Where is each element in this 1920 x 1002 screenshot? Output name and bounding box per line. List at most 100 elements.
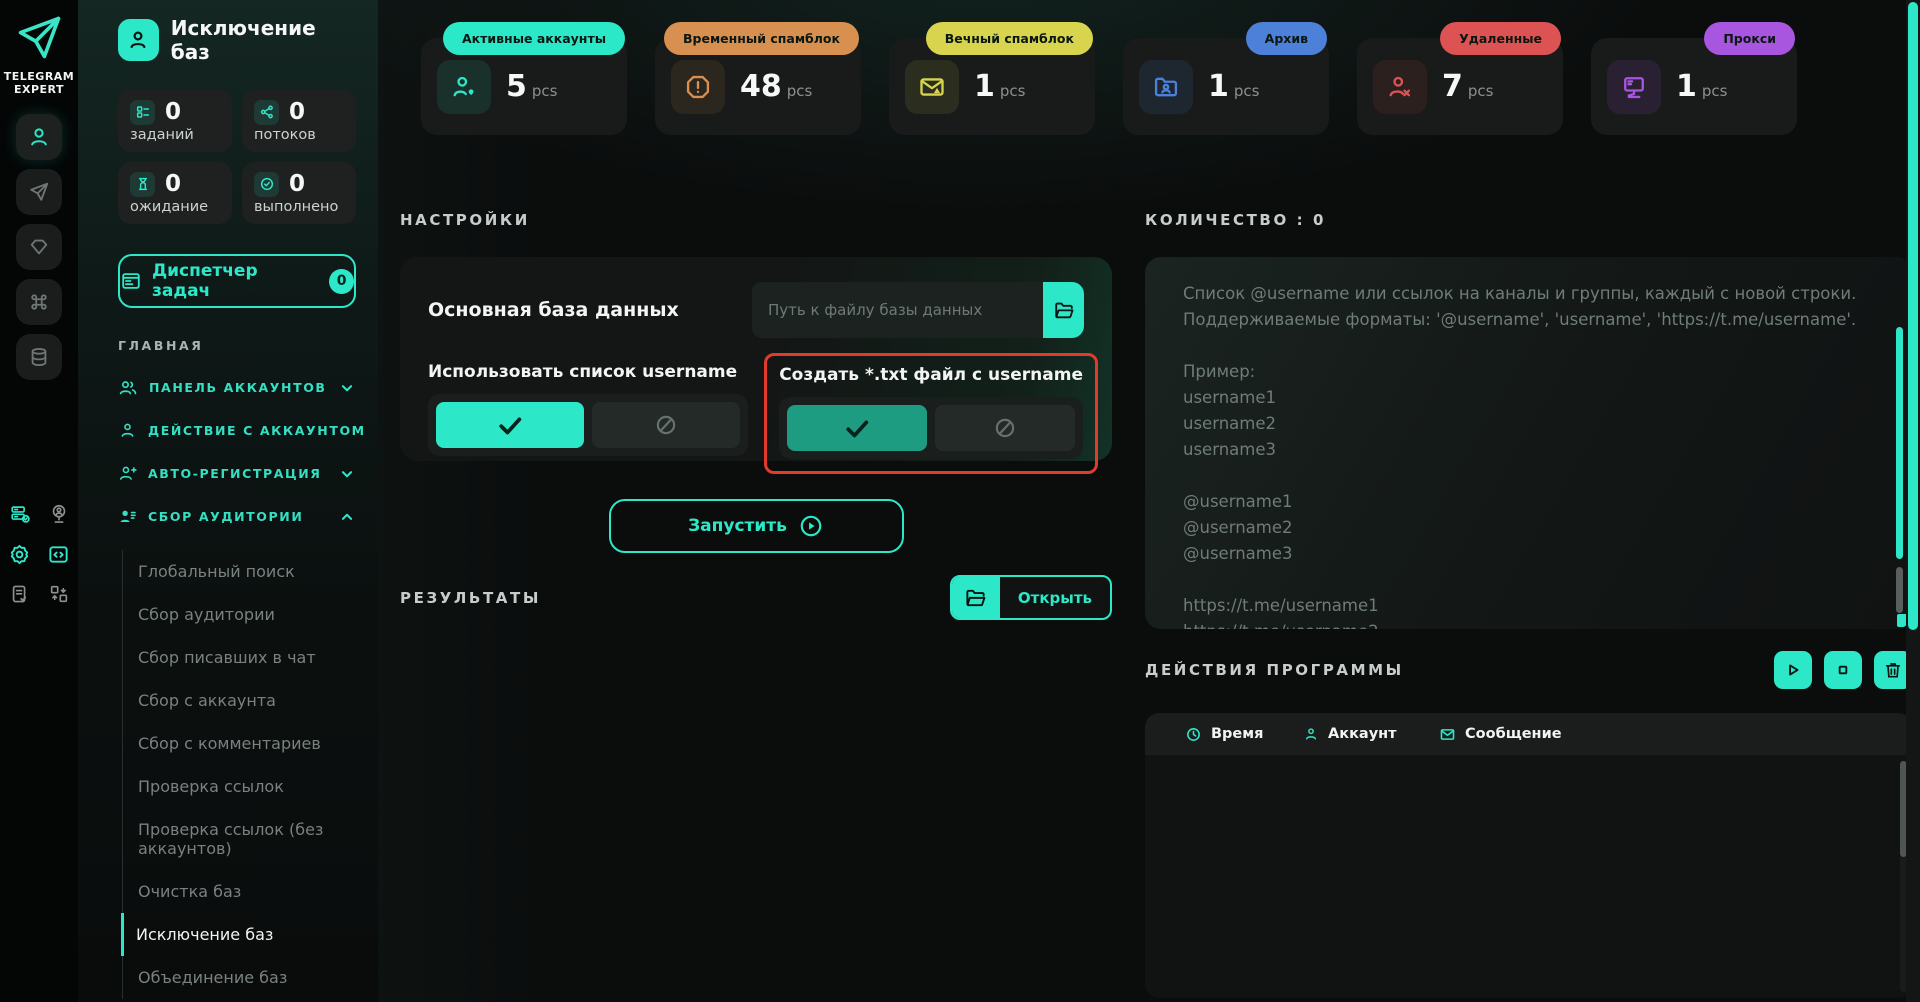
- toggle1-yes-button[interactable]: [436, 402, 584, 448]
- rail-send-button[interactable]: [16, 169, 62, 215]
- checklist-icon: [130, 100, 155, 125]
- nav-account-action[interactable]: ДЕЙСТВИЕ С АККАУНТОМ: [118, 409, 356, 452]
- results-heading: РЕЗУЛЬТАТЫ: [400, 589, 541, 607]
- person-list-icon: [118, 507, 137, 526]
- toggle1-no-button[interactable]: [592, 402, 740, 448]
- textarea-scrollbar-thumb[interactable]: [1896, 327, 1903, 559]
- check-circle-icon: [254, 172, 279, 197]
- column-label: Время: [1211, 726, 1263, 742]
- sidebar-stats: 0 заданий 0 потоков 0 ожидание 0 выполне…: [118, 90, 356, 224]
- submenu-link-check[interactable]: Проверка ссылок: [123, 765, 356, 808]
- person-heart-icon: [437, 60, 491, 114]
- nav-audience-collection[interactable]: СБОР АУДИТОРИИ: [118, 495, 356, 538]
- submenu-clean-bases[interactable]: Очистка баз: [123, 870, 356, 913]
- task-manager-badge: 0: [329, 269, 354, 294]
- status-unit: pcs: [1000, 82, 1026, 100]
- slash-icon: [992, 415, 1018, 441]
- status-unit: pcs: [532, 82, 558, 100]
- send-icon: [28, 181, 50, 203]
- diamond-icon: [28, 236, 50, 258]
- nav-auto-registration[interactable]: АВТО-РЕГИСТРАЦИЯ: [118, 452, 356, 495]
- rail-database-button[interactable]: [16, 334, 62, 380]
- submenu-exclude-bases[interactable]: Исключение баз: [121, 913, 356, 956]
- db-path-input[interactable]: [752, 282, 1043, 338]
- run-button[interactable]: Запустить: [609, 499, 904, 553]
- placeholder-line: Пример:: [1183, 359, 1856, 385]
- status-badge: Архив: [1246, 22, 1327, 55]
- textarea-scrollbar-thumb-secondary[interactable]: [1896, 567, 1903, 613]
- quantity-heading: КОЛИЧЕСТВО : 0: [1145, 211, 1912, 229]
- code-window-icon[interactable]: [47, 542, 71, 566]
- submenu-from-account[interactable]: Сбор с аккаунта: [123, 679, 356, 722]
- folder-icon: [1053, 299, 1075, 321]
- db-label: Основная база данных: [428, 299, 679, 321]
- proxy-server-icon: [1607, 60, 1661, 114]
- rail-command-button[interactable]: [16, 279, 62, 325]
- log-stop-button[interactable]: [1824, 651, 1862, 689]
- submenu-chat-writers[interactable]: Сбор писавших в чат: [123, 636, 356, 679]
- status-badge: Вечный спамблок: [926, 22, 1093, 55]
- status-badge: Прокси: [1704, 22, 1795, 55]
- mail-alert-icon: [905, 60, 959, 114]
- placeholder-line: Поддерживаемые форматы: '@username', 'us…: [1183, 307, 1856, 333]
- placeholder-line: username3: [1183, 437, 1856, 463]
- status-count: 48: [740, 69, 782, 104]
- submenu-audience-collection[interactable]: Сбор аудитории: [123, 593, 356, 636]
- log-table-header: Время Аккаунт Сообщение: [1145, 713, 1912, 755]
- people-icon: [118, 378, 138, 398]
- task-manager-icon: [120, 270, 142, 292]
- column-label: Сообщение: [1465, 726, 1562, 742]
- person-icon: [27, 125, 51, 149]
- toggle-label: Использовать список username: [428, 362, 748, 382]
- status-card-perm-spamblock: Вечный спамблок 1pcs: [889, 38, 1095, 135]
- status-badge: Активные аккаунты: [443, 22, 625, 55]
- page-scrollbar[interactable]: [1906, 0, 1920, 1002]
- stat-tile-threads: 0 потоков: [242, 90, 356, 152]
- highlight-annotation: Создать *.txt файл с username: [764, 353, 1098, 474]
- stat-label: заданий: [130, 127, 220, 143]
- stat-tile-done: 0 выполнено: [242, 162, 356, 224]
- rail-accounts-button[interactable]: [16, 114, 62, 160]
- placeholder-line: @username1: [1183, 489, 1856, 515]
- toggle2-yes-button[interactable]: [787, 405, 927, 451]
- log-play-button[interactable]: [1774, 651, 1812, 689]
- placeholder-line: [1183, 333, 1856, 359]
- server-check-icon[interactable]: [8, 502, 32, 526]
- placeholder-line: [1183, 567, 1856, 593]
- username-list-textarea[interactable]: Список @username или ссылок на каналы и …: [1145, 257, 1912, 629]
- submenu-global-search[interactable]: Глобальный поиск: [123, 550, 356, 593]
- submenu-merge-bases[interactable]: Объединение баз: [123, 956, 356, 999]
- gear-icon[interactable]: [8, 542, 32, 566]
- sidebar-section-label: ГЛАВНАЯ: [118, 338, 356, 353]
- task-manager-button[interactable]: Диспетчер задач 0: [118, 254, 356, 308]
- column-label: Аккаунт: [1328, 726, 1397, 742]
- placeholder-line: [1183, 463, 1856, 489]
- status-cards-row: Активные аккаунты 5pcs Временный спамбло…: [421, 38, 1912, 135]
- rail-premium-button[interactable]: [16, 224, 62, 270]
- check-icon: [495, 410, 525, 440]
- status-count: 1: [1208, 69, 1229, 104]
- status-card-proxy: Прокси 1pcs: [1591, 38, 1797, 135]
- toggle-use-username-list: Использовать список username: [428, 362, 748, 460]
- submenu-link-check-no-accounts[interactable]: Проверка ссылок (без аккаунтов): [123, 808, 356, 870]
- placeholder-line: @username3: [1183, 541, 1856, 567]
- textarea-scrollbar[interactable]: [1896, 265, 1903, 621]
- main-area: Активные аккаунты 5pcs Временный спамбло…: [378, 0, 1920, 1002]
- webcam-person-icon[interactable]: [47, 502, 71, 526]
- document-check-icon[interactable]: [8, 582, 32, 606]
- status-unit: pcs: [1702, 82, 1728, 100]
- stat-value: 0: [289, 171, 305, 197]
- nav-accounts-panel[interactable]: ПАНЕЛЬ АККАУНТОВ: [118, 366, 356, 409]
- play-circle-icon: [798, 513, 824, 539]
- open-button-label: Открыть: [1000, 577, 1110, 618]
- browse-db-button[interactable]: [1043, 282, 1084, 338]
- submenu-from-comments[interactable]: Сбор с комментариев: [123, 722, 356, 765]
- folder-person-icon: [1139, 60, 1193, 114]
- swap-boxes-icon[interactable]: [47, 582, 71, 606]
- settings-heading: НАСТРОЙКИ: [400, 211, 1112, 229]
- open-results-button[interactable]: Открыть: [950, 575, 1112, 620]
- status-card-archive: Архив 1pcs: [1123, 38, 1329, 135]
- task-manager-label: Диспетчер задач: [152, 261, 319, 301]
- page-scrollbar-thumb[interactable]: [1908, 2, 1918, 630]
- toggle2-no-button[interactable]: [935, 405, 1075, 451]
